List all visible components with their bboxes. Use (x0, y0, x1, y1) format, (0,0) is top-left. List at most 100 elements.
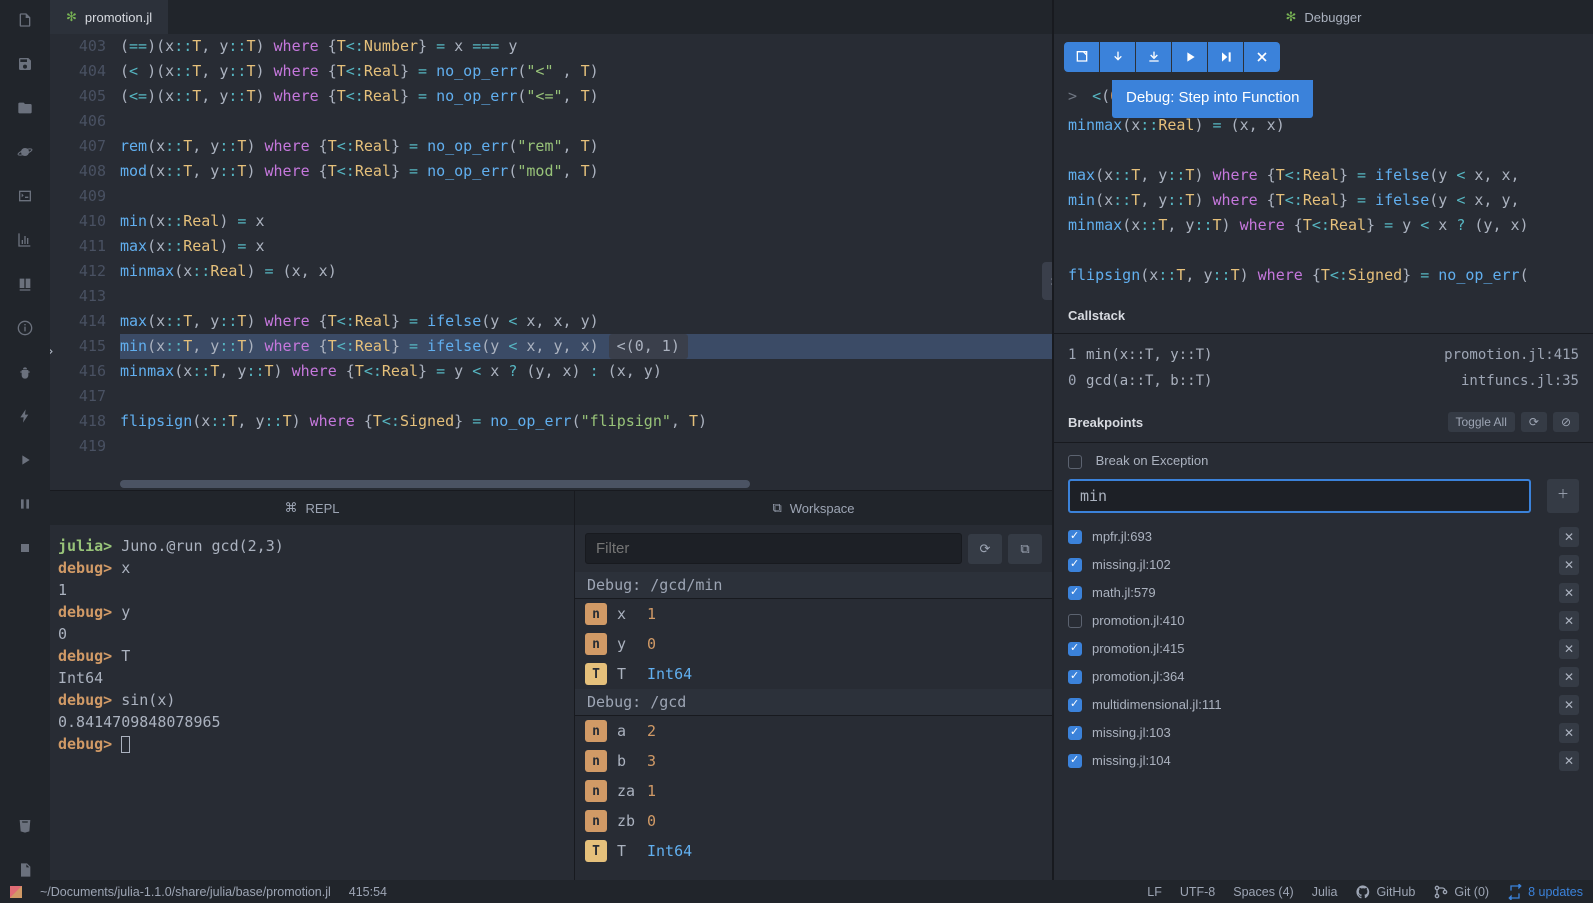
bug-icon[interactable] (15, 362, 35, 382)
workspace-var-row[interactable]: ny0 (575, 629, 1052, 659)
step-into-button[interactable] (1136, 42, 1172, 72)
breakpoint-checkbox[interactable] (1068, 530, 1082, 544)
add-breakpoint-button[interactable]: ＋ (1547, 479, 1579, 513)
workspace-tab[interactable]: ⧉ Workspace (575, 491, 1052, 525)
remove-breakpoint-button[interactable]: ✕ (1559, 611, 1579, 631)
breakpoint-row[interactable]: missing.jl:104✕ (1068, 747, 1579, 775)
refresh-bp-button[interactable]: ⟳ (1521, 412, 1547, 432)
breakpoint-checkbox[interactable] (1068, 642, 1082, 656)
callstack-title: Callstack (1054, 298, 1593, 334)
workspace-var-row[interactable]: nb3 (575, 746, 1052, 776)
breakpoint-row[interactable]: missing.jl:103✕ (1068, 719, 1579, 747)
git-status[interactable]: Git (0) (1433, 884, 1489, 900)
layers-icon: ⧉ (772, 500, 781, 516)
workspace-var-row[interactable]: na2 (575, 716, 1052, 746)
tab-title: promotion.jl (85, 10, 152, 25)
breakpoint-row[interactable]: promotion.jl:410✕ (1068, 607, 1579, 635)
breakpoint-list: mpfr.jl:693✕missing.jl:102✕math.jl:579✕p… (1068, 523, 1579, 775)
language-label[interactable]: Julia (1312, 885, 1338, 899)
step-out-button[interactable] (1172, 42, 1208, 72)
breakpoint-row[interactable]: promotion.jl:364✕ (1068, 663, 1579, 691)
breakpoint-checkbox[interactable] (1068, 726, 1082, 740)
breakpoint-row[interactable]: multidimensional.jl:111✕ (1068, 691, 1579, 719)
clear-bp-button[interactable]: ⊘ (1553, 412, 1579, 432)
breakpoint-checkbox[interactable] (1068, 558, 1082, 572)
breakpoint-input[interactable] (1068, 479, 1531, 513)
file-path[interactable]: ~/Documents/julia-1.1.0/share/julia/base… (40, 885, 331, 899)
stop-debug-button[interactable] (1244, 42, 1280, 72)
workspace-var-row[interactable]: TTInt64 (575, 836, 1052, 866)
chart-icon[interactable] (15, 230, 35, 250)
bolt-icon[interactable] (15, 406, 35, 426)
debug-controls (1054, 34, 1593, 80)
debug-tooltip: Debug: Step into Function (1112, 80, 1313, 118)
updates-badge[interactable]: 8 updates (1507, 884, 1583, 900)
github-link[interactable]: GitHub (1355, 884, 1415, 900)
terminal-icon[interactable] (15, 186, 35, 206)
callstack-frame[interactable]: 0gcd(a::T, b::T)intfuncs.jl:35 (1068, 368, 1579, 394)
breakpoint-row[interactable]: mpfr.jl:693✕ (1068, 523, 1579, 551)
editor-tab[interactable]: ✻ promotion.jl (50, 0, 168, 34)
eol-label[interactable]: LF (1147, 885, 1162, 899)
breakpoint-row[interactable]: math.jl:579✕ (1068, 579, 1579, 607)
workspace-filter-input[interactable] (585, 533, 962, 564)
file-icon[interactable] (15, 10, 35, 30)
code-editor[interactable]: 403404405406407408409410411412413414›415… (50, 34, 1052, 490)
open-button[interactable]: ⧉ (1008, 534, 1042, 564)
breakpoint-row[interactable]: promotion.jl:415✕ (1068, 635, 1579, 663)
pause-icon[interactable] (15, 494, 35, 514)
callstack: 1min(x::T, y::T)promotion.jl:4150gcd(a::… (1054, 334, 1593, 402)
info-icon[interactable] (15, 318, 35, 338)
workspace-var-row[interactable]: TTInt64 (575, 659, 1052, 689)
pdf-icon[interactable] (15, 860, 35, 880)
breakpoint-checkbox[interactable] (1068, 614, 1082, 628)
planet-icon[interactable] (15, 142, 35, 162)
step-over-button[interactable] (1100, 42, 1136, 72)
breakpoint-row[interactable]: missing.jl:102✕ (1068, 551, 1579, 579)
remove-breakpoint-button[interactable]: ✕ (1559, 695, 1579, 715)
break-on-exception-checkbox[interactable] (1068, 455, 1082, 469)
remove-breakpoint-button[interactable]: ✕ (1559, 751, 1579, 771)
toggle-all-button[interactable]: Toggle All (1448, 412, 1515, 432)
workspace-var-row[interactable]: nx1 (575, 599, 1052, 629)
save-icon[interactable] (15, 54, 35, 74)
continue-button[interactable] (1064, 42, 1100, 72)
workspace-var-row[interactable]: nza1 (575, 776, 1052, 806)
folder-icon[interactable] (15, 98, 35, 118)
status-indicator-icon[interactable] (10, 886, 22, 898)
remove-breakpoint-button[interactable]: ✕ (1559, 583, 1579, 603)
expand-handle[interactable]: › (1042, 262, 1052, 300)
breakpoint-checkbox[interactable] (1068, 698, 1082, 712)
book-icon[interactable] (15, 274, 35, 294)
remove-breakpoint-button[interactable]: ✕ (1559, 639, 1579, 659)
callstack-frame[interactable]: 1min(x::T, y::T)promotion.jl:415 (1068, 342, 1579, 368)
status-bar: ~/Documents/julia-1.1.0/share/julia/base… (0, 880, 1593, 903)
bug-icon: ✻ (1285, 9, 1296, 25)
remove-breakpoint-button[interactable]: ✕ (1559, 555, 1579, 575)
cursor-position[interactable]: 415:54 (349, 885, 387, 899)
debug-code-preview: Debug: Step into Function > <(0,minmax(x… (1054, 80, 1593, 298)
refresh-button[interactable]: ⟳ (968, 534, 1002, 564)
play-icon[interactable] (15, 450, 35, 470)
break-on-exception-row[interactable]: Break on Exception (1068, 453, 1579, 469)
breakpoint-checkbox[interactable] (1068, 754, 1082, 768)
workspace-var-row[interactable]: nzb0 (575, 806, 1052, 836)
editor-tab-bar: ✻ promotion.jl (50, 0, 1052, 34)
workspace-body: Debug: /gcd/minnx1ny0TTInt64Debug: /gcdn… (575, 572, 1052, 880)
indent-label[interactable]: Spaces (4) (1233, 885, 1293, 899)
breakpoints-header: Breakpoints Toggle All ⟳ ⊘ (1054, 402, 1593, 443)
debugger-tab[interactable]: ✻ Debugger (1054, 0, 1593, 34)
step-next-button[interactable] (1208, 42, 1244, 72)
breakpoint-checkbox[interactable] (1068, 670, 1082, 684)
repl-body[interactable]: julia> Juno.@run gcd(2,3)debug> x1debug>… (50, 525, 574, 880)
remove-breakpoint-button[interactable]: ✕ (1559, 667, 1579, 687)
h-scrollbar[interactable] (120, 480, 1042, 488)
terminal-icon: ⌘ (285, 500, 298, 516)
remove-breakpoint-button[interactable]: ✕ (1559, 527, 1579, 547)
encoding-label[interactable]: UTF-8 (1180, 885, 1215, 899)
html5-icon[interactable] (15, 816, 35, 836)
repl-tab[interactable]: ⌘ REPL (50, 491, 574, 525)
stop-icon[interactable] (15, 538, 35, 558)
remove-breakpoint-button[interactable]: ✕ (1559, 723, 1579, 743)
breakpoint-checkbox[interactable] (1068, 586, 1082, 600)
